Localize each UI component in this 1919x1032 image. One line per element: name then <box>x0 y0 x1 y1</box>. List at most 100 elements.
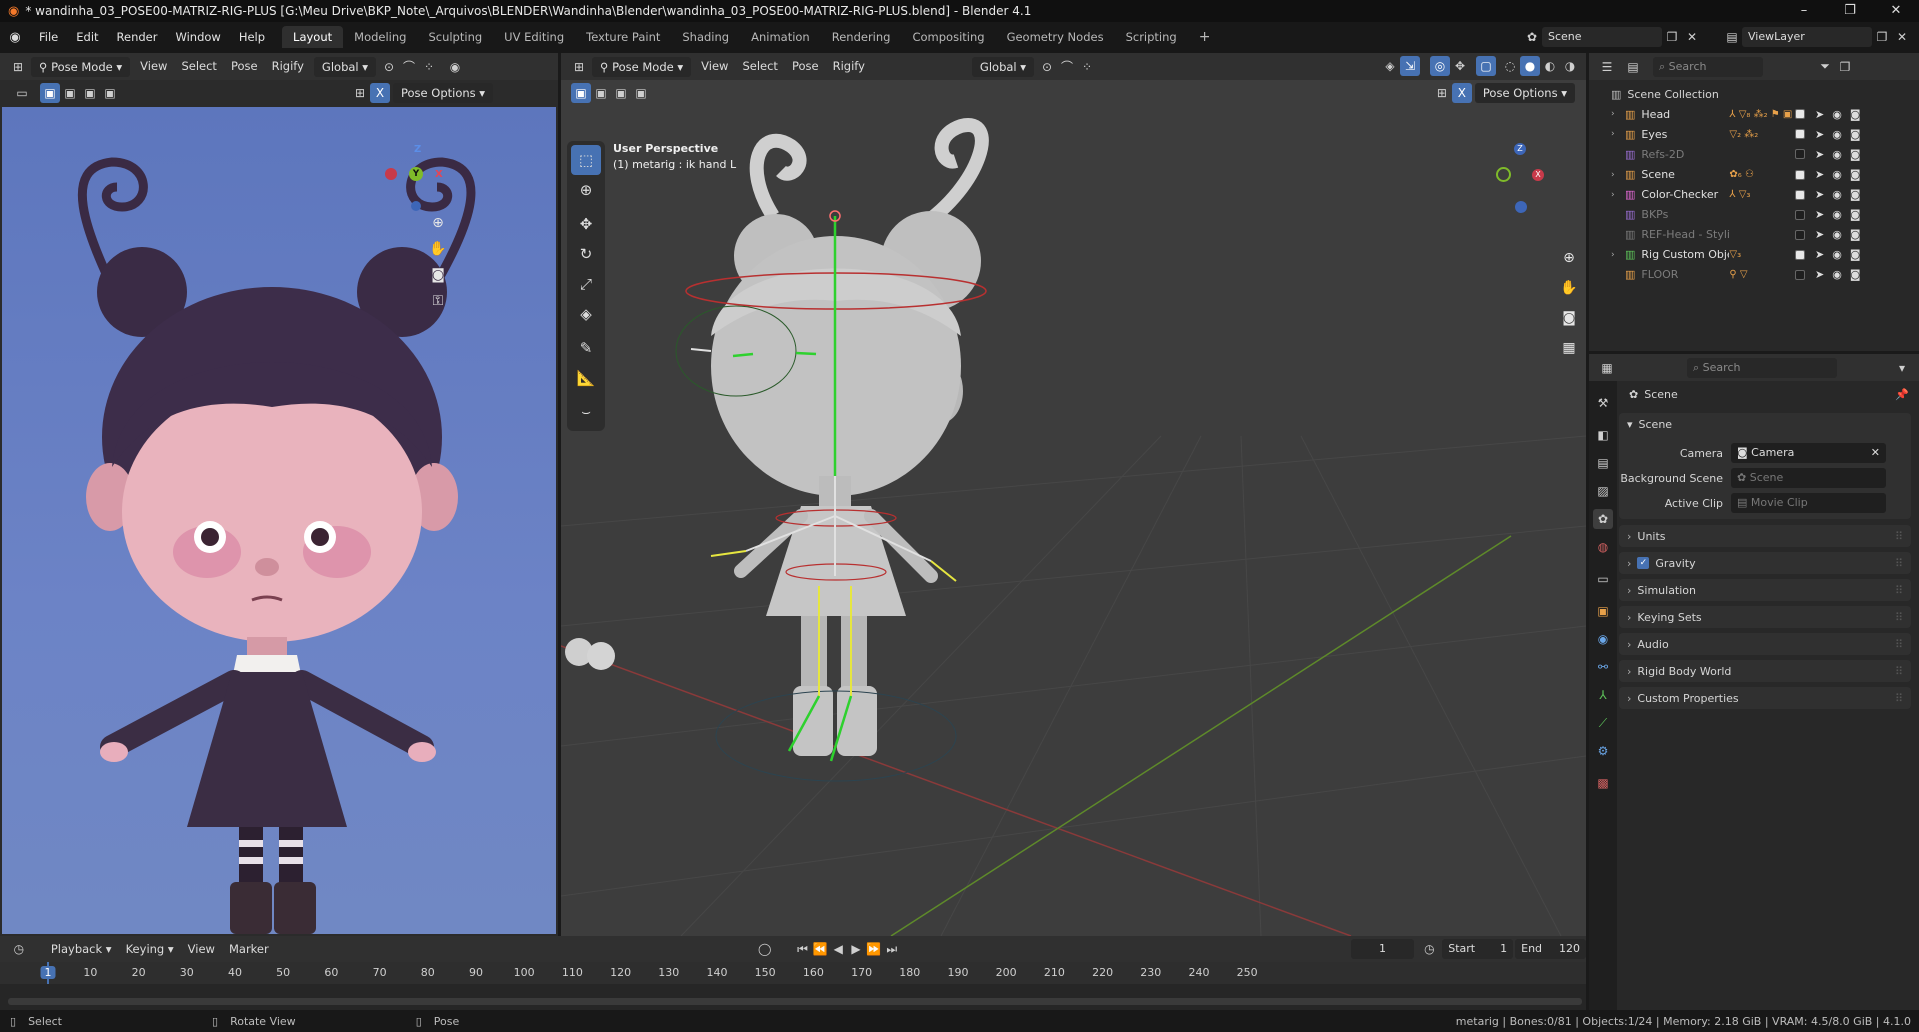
gizmo-neg-z-ball[interactable] <box>411 201 421 211</box>
object-visibility-icon[interactable]: ◈ <box>1380 56 1400 76</box>
preview-range-icon[interactable]: ◷ <box>1420 939 1438 959</box>
subpanel-header[interactable]: › Custom Properties ⠿ <box>1619 687 1911 709</box>
main-mode-dropdown[interactable]: ⚲ Pose Mode ▾ <box>592 56 692 77</box>
main-editor-type-icon[interactable]: ⊞ <box>569 57 589 77</box>
tab-texture-paint[interactable]: Texture Paint <box>575 26 671 48</box>
menu-file[interactable]: File <box>30 22 67 53</box>
tool-scale-icon[interactable]: ⤢ <box>571 269 601 299</box>
texture-tab-icon[interactable]: ▩ <box>1593 773 1613 793</box>
render-toggle-icon[interactable]: ◙ <box>1850 188 1861 201</box>
tool-select-icon[interactable]: ⬚ <box>571 145 601 175</box>
outliner-new-collection-icon[interactable]: ❐ <box>1835 57 1855 77</box>
main-snap-icon[interactable]: ⌒ <box>1057 57 1077 77</box>
world-tab-icon[interactable]: ◍ <box>1593 537 1613 557</box>
timeline-keyframes[interactable] <box>0 984 1586 1010</box>
camera-view-icon[interactable]: ◙ <box>426 263 450 287</box>
properties-editor-type-icon[interactable]: ▦ <box>1597 358 1617 378</box>
play-reverse-icon[interactable]: ◀ <box>829 939 847 959</box>
snap-grid-icon[interactable]: ⁘ <box>419 57 439 77</box>
physics-tab-icon[interactable]: ◉ <box>1593 629 1613 649</box>
outliner-item[interactable]: › ▥ Color-Checker ⅄ ▽₃ ➤ ◉ ◙ <box>1589 186 1919 202</box>
main-camera-view-icon[interactable]: ◙ <box>1557 306 1581 330</box>
main-pose-options[interactable]: Pose Options ▾ <box>1474 83 1575 103</box>
maximize-button[interactable]: ❐ <box>1827 0 1873 22</box>
main-xray-toggle[interactable]: X <box>1451 83 1472 103</box>
exclude-checkbox[interactable] <box>1795 129 1805 140</box>
render-toggle-icon[interactable]: ◙ <box>1850 128 1861 141</box>
left-mode-dropdown[interactable]: ⚲ Pose Mode ▾ <box>31 56 131 77</box>
drag-handle-icon[interactable]: ⠿ <box>1895 584 1903 597</box>
exclude-checkbox[interactable] <box>1795 169 1805 180</box>
outliner-item[interactable]: › ▥ Head ⅄ ▽₈ ⁂₂ ⚑ ▣ ➤ ◉ ◙ <box>1589 106 1919 122</box>
main-snap-grid-icon[interactable]: ⁘ <box>1077 57 1097 77</box>
main-select-subtract-icon[interactable]: ▣ <box>611 83 631 103</box>
delete-scene-icon[interactable]: ✕ <box>1682 27 1702 47</box>
menu-playback[interactable]: Playback ▾ <box>44 936 119 963</box>
main-select-intersect-icon[interactable]: ▣ <box>631 83 651 103</box>
background-scene-field[interactable]: ✿ Scene <box>1731 468 1886 488</box>
eye-icon[interactable]: ◉ <box>1832 148 1842 161</box>
scene-field[interactable]: Scene <box>1542 27 1662 47</box>
drag-handle-icon[interactable]: ⠿ <box>1895 638 1903 651</box>
minimize-button[interactable]: – <box>1781 0 1827 22</box>
main-zoom-icon[interactable]: ⊕ <box>1557 246 1581 270</box>
left-menu-rigify[interactable]: Rigify <box>265 53 311 80</box>
tab-compositing[interactable]: Compositing <box>901 26 995 48</box>
tab-sculpting[interactable]: Sculpting <box>417 26 493 48</box>
drag-handle-icon[interactable]: ⠿ <box>1895 530 1903 543</box>
tab-rendering[interactable]: Rendering <box>821 26 902 48</box>
drag-handle-icon[interactable]: ⠿ <box>1895 557 1903 570</box>
tool-relax-pose-icon[interactable]: ⌣ <box>571 397 601 427</box>
armature-tab-icon[interactable]: ⅄ <box>1593 685 1613 705</box>
object-tab-icon[interactable]: ▣ <box>1593 601 1613 621</box>
menu-window[interactable]: Window <box>166 22 229 53</box>
eye-icon[interactable]: ◉ <box>1832 188 1842 201</box>
play-icon[interactable]: ▶ <box>847 939 865 959</box>
expand-arrow-icon[interactable]: › <box>1611 109 1625 119</box>
eye-icon[interactable]: ◉ <box>1832 128 1842 141</box>
timeline-menu-marker[interactable]: Marker <box>222 936 276 963</box>
tab-scripting[interactable]: Scripting <box>1115 26 1188 48</box>
render-toggle-icon[interactable]: ◙ <box>1850 208 1861 221</box>
main-pivot-icon[interactable]: ⊙ <box>1037 57 1057 77</box>
select-tool-icon[interactable]: ▭ <box>12 83 32 103</box>
main-pan-hand-icon[interactable]: ✋ <box>1557 276 1581 300</box>
prev-keyframe-icon[interactable]: ⏪ <box>811 939 829 959</box>
render-toggle-icon[interactable]: ◙ <box>1850 248 1861 261</box>
pin-icon[interactable]: 📌 <box>1895 388 1909 401</box>
drag-handle-icon[interactable]: ⠿ <box>1895 611 1903 624</box>
menu-keying[interactable]: Keying ▾ <box>119 936 181 963</box>
solid-shading-icon[interactable]: ● <box>1520 56 1540 76</box>
scene-icon[interactable]: ✿ <box>1522 27 1542 47</box>
left-nav-gizmo[interactable]: Z Y X <box>380 143 470 233</box>
drag-handle-icon[interactable]: ⠿ <box>1895 692 1903 705</box>
main-select-extend-icon[interactable]: ▣ <box>591 83 611 103</box>
expand-arrow-icon[interactable]: › <box>1611 170 1625 180</box>
delete-viewlayer-icon[interactable]: ✕ <box>1892 27 1912 47</box>
main-gizmo-y-ball[interactable] <box>1496 167 1511 182</box>
render-tab-icon[interactable]: ◧ <box>1593 425 1613 445</box>
camera-clear-icon[interactable]: ✕ <box>1871 443 1880 463</box>
timeline-editor-type-icon[interactable]: ◷ <box>10 939 28 959</box>
subpanel-header[interactable]: › Keying Sets ⠿ <box>1619 606 1911 628</box>
viewport-scene[interactable] <box>561 106 1586 936</box>
subpanel-header[interactable]: › ✓ Gravity ⠿ <box>1619 552 1911 574</box>
tool-measure-icon[interactable]: 📐 <box>571 363 601 393</box>
active-clip-field[interactable]: ▤ Movie Clip <box>1731 493 1886 513</box>
tab-shading[interactable]: Shading <box>671 26 740 48</box>
new-viewlayer-icon[interactable]: ❐ <box>1872 27 1892 47</box>
expand-arrow-icon[interactable]: › <box>1611 129 1625 139</box>
select-intersect-icon[interactable]: ▣ <box>100 83 120 103</box>
left-menu-pose[interactable]: Pose <box>224 53 265 80</box>
render-toggle-icon[interactable]: ◙ <box>1850 268 1861 281</box>
main-menu-pose[interactable]: Pose <box>785 53 826 80</box>
properties-options-icon[interactable]: ▾ <box>1892 358 1912 378</box>
viewlayer-tab-icon[interactable]: ▨ <box>1593 481 1613 501</box>
tab-modeling[interactable]: Modeling <box>343 26 417 48</box>
select-toggle-icon[interactable]: ➤ <box>1815 248 1824 261</box>
select-toggle-icon[interactable]: ➤ <box>1815 188 1824 201</box>
outliner-item[interactable]: › ▥ Scene ✿₆ ⚇ ➤ ◉ ◙ <box>1589 166 1919 182</box>
exclude-checkbox[interactable] <box>1795 269 1805 280</box>
main-ortho-grid-icon[interactable]: ▦ <box>1557 336 1581 360</box>
constraints-tab-icon[interactable]: ⚯ <box>1593 657 1613 677</box>
